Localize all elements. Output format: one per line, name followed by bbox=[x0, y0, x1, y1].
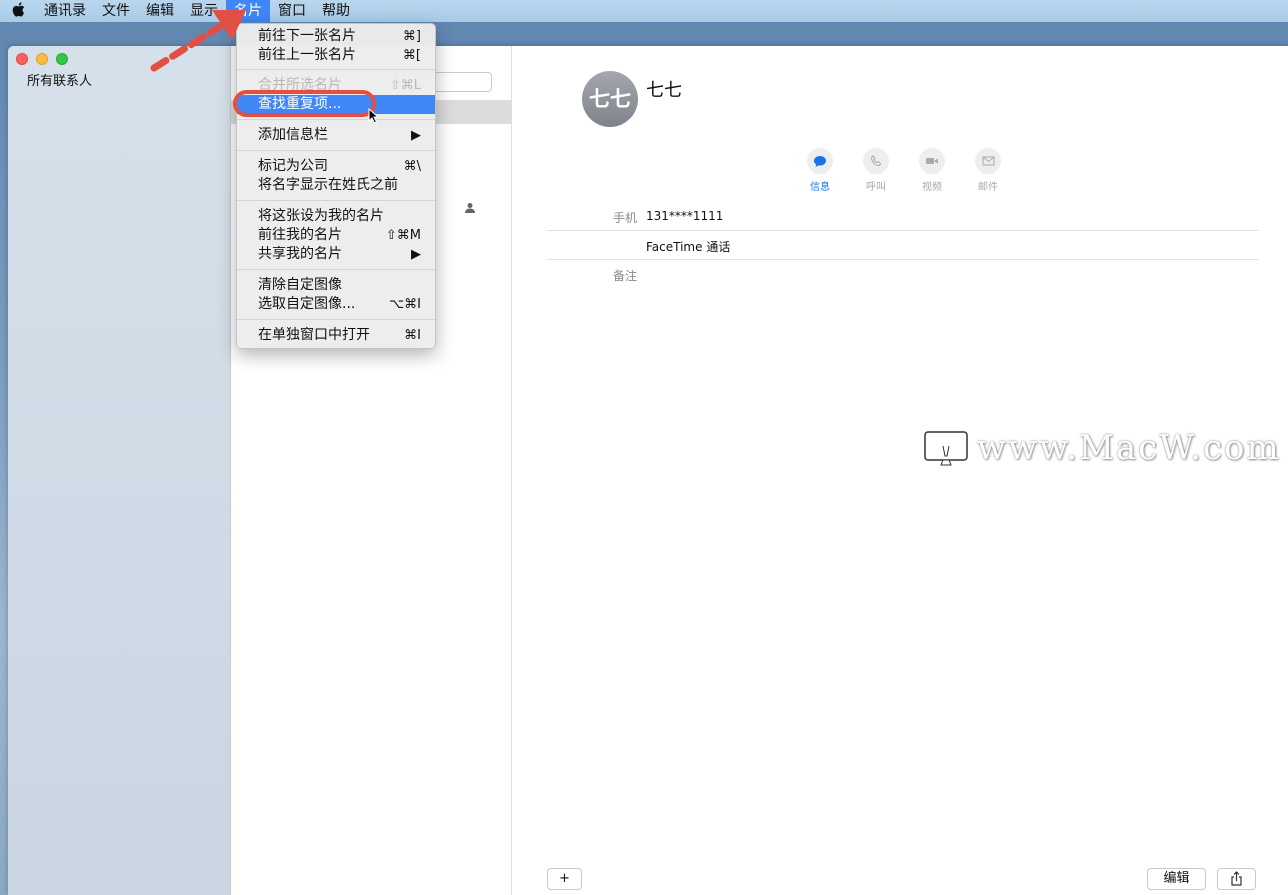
menu-item-choose-image[interactable]: 选取自定图像... ⌥⌘I bbox=[237, 295, 435, 314]
zoom-button[interactable] bbox=[56, 53, 68, 65]
highlight-annotation bbox=[233, 90, 376, 117]
sidebar-item-all-contacts[interactable]: 所有联系人 bbox=[8, 72, 231, 92]
phone-icon bbox=[870, 155, 882, 167]
menu-separator bbox=[237, 69, 435, 70]
edit-button[interactable]: 编辑 bbox=[1147, 868, 1206, 890]
message-label: 信息 bbox=[810, 182, 830, 193]
message-action[interactable]: 信息 bbox=[804, 148, 836, 193]
person-icon bbox=[465, 203, 475, 213]
add-button[interactable]: + bbox=[547, 868, 582, 890]
window-controls bbox=[16, 53, 68, 65]
divider bbox=[547, 259, 1259, 260]
menu-item-open-window[interactable]: 在单独窗口中打开 ⌘I bbox=[237, 326, 435, 345]
note-label: 备注 bbox=[612, 269, 637, 283]
watermark-text: www.MacW.com bbox=[977, 428, 1281, 468]
menu-item-mark-company[interactable]: 标记为公司 ⌘\ bbox=[237, 157, 435, 176]
menu-separator bbox=[237, 319, 435, 320]
video-label: 视频 bbox=[922, 182, 942, 193]
menu-help[interactable]: 帮助 bbox=[314, 0, 358, 22]
menu-item-go-my-card[interactable]: 前往我的名片 ⇧⌘M bbox=[237, 226, 435, 245]
mail-icon bbox=[982, 156, 994, 166]
share-icon bbox=[1231, 871, 1242, 886]
contact-actions: 信息 呼叫 视频 邮件 bbox=[804, 148, 1004, 193]
apple-menu-icon[interactable] bbox=[0, 1, 36, 21]
sidebar: 所有联系人 bbox=[8, 46, 231, 895]
menu-item-prev-card[interactable]: 前往上一张名片 ⌘[ bbox=[237, 46, 435, 65]
contact-detail: 七七 七七 信息 呼叫 视频 邮件 手机 131****1111 FaceTim… bbox=[513, 46, 1288, 895]
menu-contacts[interactable]: 通讯录 bbox=[36, 0, 94, 22]
phone-label: 手机 bbox=[612, 211, 637, 225]
close-button[interactable] bbox=[16, 53, 28, 65]
card-menu-dropdown: 前往下一张名片 ⌘] 前往上一张名片 ⌘[ 合并所选名片 ⇧⌘L 查找重复项... 添… bbox=[236, 23, 436, 349]
menu-item-set-my-card[interactable]: 将这张设为我的名片 bbox=[237, 207, 435, 226]
call-action[interactable]: 呼叫 bbox=[860, 148, 892, 193]
watermark: www.MacW.com bbox=[923, 428, 1281, 468]
facetime-link[interactable]: FaceTime 通话 bbox=[646, 238, 730, 255]
imac-logo-icon bbox=[924, 431, 968, 466]
contact-name: 七七 bbox=[646, 80, 682, 101]
phone-value[interactable]: 131****1111 bbox=[646, 209, 723, 223]
avatar[interactable]: 七七 bbox=[582, 71, 638, 127]
mail-label: 邮件 bbox=[978, 182, 998, 193]
menu-file[interactable]: 文件 bbox=[94, 0, 138, 22]
menu-separator bbox=[237, 150, 435, 151]
message-icon bbox=[814, 155, 826, 167]
annotation-arrow-icon bbox=[150, 10, 246, 72]
video-icon bbox=[926, 158, 938, 164]
menu-window[interactable]: 窗口 bbox=[270, 0, 314, 22]
minimize-button[interactable] bbox=[36, 53, 48, 65]
menu-item-clear-image[interactable]: 清除自定图像 bbox=[237, 276, 435, 295]
menu-item-next-card[interactable]: 前往下一张名片 ⌘] bbox=[237, 27, 435, 46]
mail-action[interactable]: 邮件 bbox=[972, 148, 1004, 193]
menu-item-name-order[interactable]: 将名字显示在姓氏之前 bbox=[237, 176, 435, 195]
menu-separator bbox=[237, 119, 435, 120]
share-button[interactable] bbox=[1217, 868, 1256, 890]
menu-item-add-field[interactable]: 添加信息栏 ▶ bbox=[237, 126, 435, 145]
menu-separator bbox=[237, 200, 435, 201]
video-action[interactable]: 视频 bbox=[916, 148, 948, 193]
menu-separator bbox=[237, 269, 435, 270]
divider bbox=[547, 230, 1259, 231]
call-label: 呼叫 bbox=[866, 182, 886, 193]
menu-item-share-my-card[interactable]: 共享我的名片 ▶ bbox=[237, 245, 435, 264]
mouse-cursor-icon bbox=[368, 108, 380, 124]
contacts-window: 所有联系人 七七 七七 信息 呼叫 视频 邮件 手机 131****1111 F… bbox=[8, 46, 1288, 895]
